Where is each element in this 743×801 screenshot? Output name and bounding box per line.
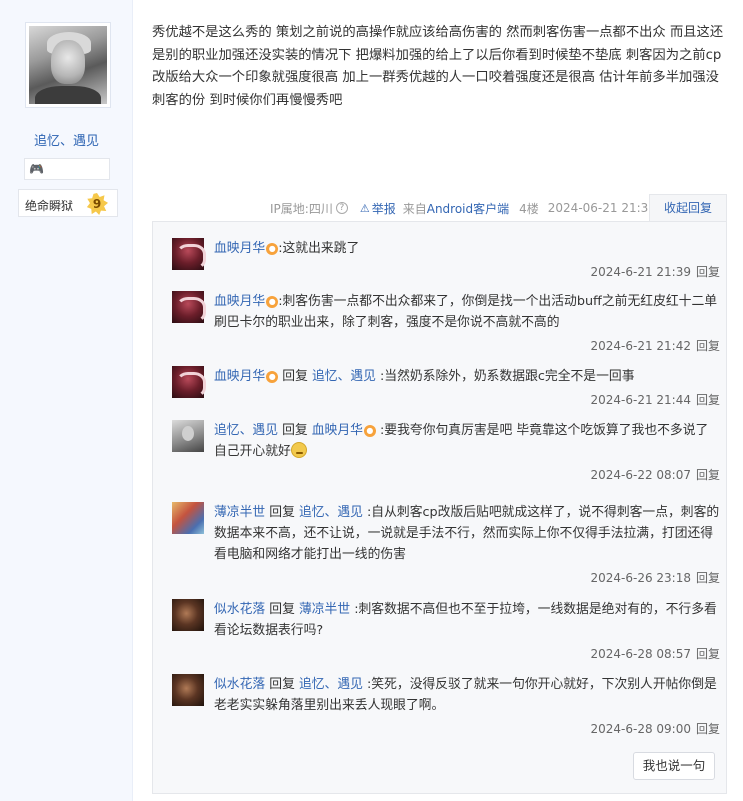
reply-word: 回复 xyxy=(282,369,308,384)
bear-badge-icon: ● xyxy=(266,371,279,383)
reply-button[interactable]: 回复 xyxy=(696,571,720,585)
reply-avatar[interactable] xyxy=(172,238,206,270)
bear-badge-icon: ● xyxy=(266,243,279,255)
reply-item: 追忆、遇见 回复 血映月华 ● :要我夸你句真厉害是吧 毕竟靠这个吃饭算了我也不多… xyxy=(172,420,720,486)
level-name: 绝命瞬狱 xyxy=(25,199,74,213)
help-icon[interactable]: ? xyxy=(335,202,348,214)
gamepad-icon: 🎮 xyxy=(29,162,44,176)
author-badge[interactable]: 🎮 xyxy=(24,158,110,180)
reply-username[interactable]: 血映月华 xyxy=(214,241,265,256)
reply-username[interactable]: 薄凉半世 xyxy=(214,505,265,520)
ip-location: IP属地:四川 xyxy=(270,201,333,216)
author-level-badge[interactable]: 绝命瞬狱 9 xyxy=(18,189,118,217)
post-content: 秀优越不是这么秀的 策划之前说的高操作就应该给高伤害的 然而刺客伤害一点都不出众… xyxy=(152,25,724,108)
report-link[interactable]: 举报 xyxy=(372,200,396,217)
reply-avatar[interactable] xyxy=(172,599,204,631)
post-time: 2024-06-21 21:31 xyxy=(547,201,656,215)
author-name-link[interactable]: 追忆、遇见 xyxy=(0,130,133,149)
reply-item: 血映月华 ●:这就出来跳了 2024-6-21 21:39 回复 xyxy=(172,238,720,283)
reply-button[interactable]: 回复 xyxy=(696,722,720,736)
thinking-emoji-icon xyxy=(290,442,307,458)
post-tail: IP属地:四川 ? ⚠ 举报 来自Android客户端 4楼 2024-06-2… xyxy=(270,199,656,217)
reply-word: 回复 xyxy=(269,677,295,692)
reply-item: 似水花落 回复 薄凉半世 :刺客数据不高但也不至于拉垮，一线数据是绝对有的，不行… xyxy=(172,599,720,665)
reply-target-link[interactable]: 追忆、遇见 xyxy=(299,505,363,520)
reply-word: 回复 xyxy=(269,505,295,520)
reply-item: 薄凉半世 回复 追忆、遇见 :自从刺客cp改版后贴吧就成这样了，说不得刺客一点，… xyxy=(172,502,720,589)
reply-target-link[interactable]: 追忆、遇见 xyxy=(299,677,363,692)
reply-target-link[interactable]: 薄凉半世 xyxy=(299,602,350,617)
reply-time: 2024-6-21 21:39 xyxy=(590,265,691,279)
reply-username[interactable]: 血映月华 xyxy=(214,294,265,309)
reply-time: 2024-6-21 21:42 xyxy=(590,339,691,353)
reply-text: :刺客伤害一点都不出众都来了，你倒是找一个出活动buff之前无红皮红十二单刷巴卡… xyxy=(214,294,718,330)
author-sidebar: 追忆、遇见 🎮 绝命瞬狱 9 xyxy=(0,0,133,801)
client-link[interactable]: Android客户端 xyxy=(427,202,509,216)
collapse-replies-button[interactable]: 收起回复 xyxy=(649,194,727,222)
say-something-button[interactable]: 我也说一句 xyxy=(633,752,715,780)
reply-time: 2024-6-22 08:07 xyxy=(590,468,691,482)
reply-button[interactable]: 回复 xyxy=(696,265,720,279)
reply-avatar[interactable] xyxy=(172,420,204,452)
reply-item: 似水花落 回复 追忆、遇见 :笑死，没得反驳了就来一句你开心就好，下次别人开帖你… xyxy=(172,674,720,740)
reply-text: :当然奶系除外，奶系数据跟c完全不是一回事 xyxy=(380,369,635,384)
reply-avatar[interactable] xyxy=(172,366,206,398)
author-avatar-image xyxy=(29,26,107,104)
reply-time: 2024-6-21 21:44 xyxy=(590,393,691,407)
reply-avatar[interactable] xyxy=(172,502,204,534)
reply-avatar[interactable] xyxy=(172,674,204,706)
reply-username[interactable]: 似水花落 xyxy=(214,602,265,617)
report-warning-icon: ⚠ xyxy=(359,201,370,215)
reply-item: 血映月华 ● 回复 追忆、遇见 :当然奶系除外，奶系数据跟c完全不是一回事 202… xyxy=(172,366,720,411)
reply-target-link[interactable]: 血映月华 xyxy=(312,423,363,438)
client-source: 来自Android客户端 xyxy=(403,200,509,217)
reply-target-link[interactable]: 追忆、遇见 xyxy=(312,369,376,384)
reply-time: 2024-6-26 23:18 xyxy=(590,571,691,585)
reply-button[interactable]: 回复 xyxy=(696,468,720,482)
reply-username[interactable]: 似水花落 xyxy=(214,677,265,692)
bear-badge-icon: ● xyxy=(266,296,279,308)
reply-word: 回复 xyxy=(269,602,295,617)
author-avatar[interactable] xyxy=(25,22,111,108)
reply-button[interactable]: 回复 xyxy=(696,393,720,407)
reply-username[interactable]: 血映月华 xyxy=(214,369,265,384)
reply-button[interactable]: 回复 xyxy=(696,339,720,353)
reply-word: 回复 xyxy=(282,423,308,438)
level-number-icon: 9 xyxy=(86,193,108,215)
reply-list: 血映月华 ●:这就出来跳了 2024-6-21 21:39 回复 血映月华 ●:刺客伤… xyxy=(152,221,727,794)
client-prefix: 来自 xyxy=(402,201,427,216)
reply-time: 2024-6-28 08:57 xyxy=(590,647,691,661)
reply-text: :这就出来跳了 xyxy=(278,241,360,256)
floor-number: 4楼 xyxy=(519,201,539,216)
reply-time: 2024-6-28 09:00 xyxy=(590,722,691,736)
bear-badge-icon: ● xyxy=(363,425,376,437)
reply-username[interactable]: 追忆、遇见 xyxy=(214,423,278,438)
reply-button[interactable]: 回复 xyxy=(696,647,720,661)
reply-avatar[interactable] xyxy=(172,291,206,323)
reply-item: 血映月华 ●:刺客伤害一点都不出众都来了，你倒是找一个出活动buff之前无红皮红十… xyxy=(172,291,720,357)
